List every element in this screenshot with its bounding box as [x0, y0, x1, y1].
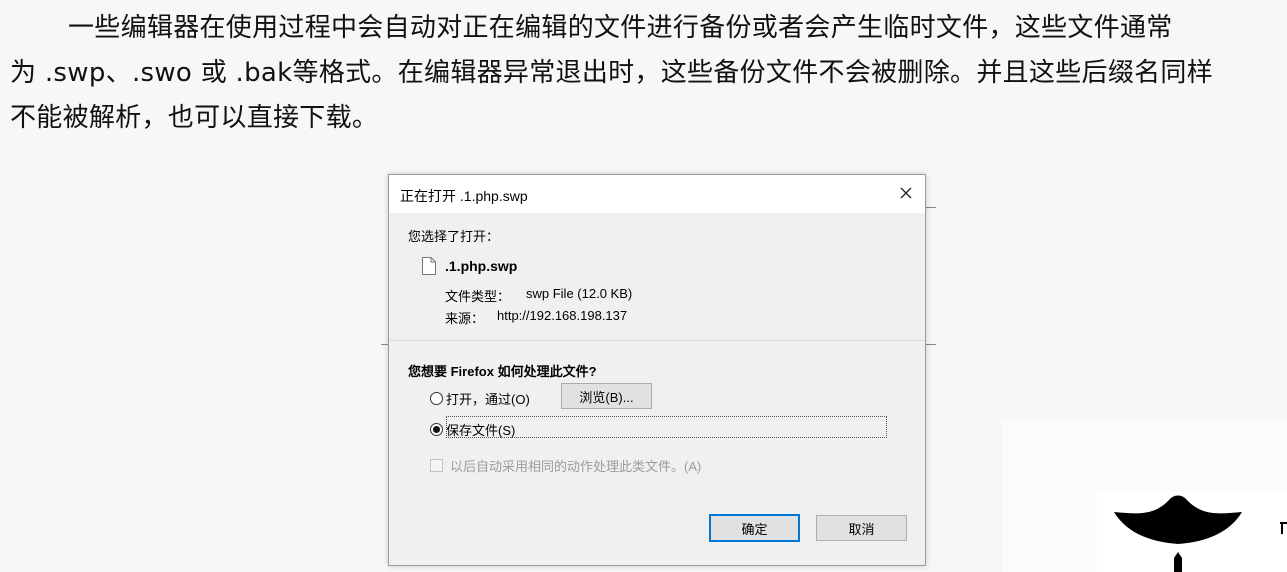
source-label: 来源： — [445, 311, 485, 326]
you-chose-label: 您选择了打开： — [408, 229, 500, 244]
article-line-3: 不能被解析，也可以直接下载。 — [10, 103, 379, 133]
edge-glyph-icon — [1280, 522, 1287, 534]
article-text: 一些编辑器在使用过程中会自动对正在编辑的文件进行备份或者会产生临时文件，这些文件… — [10, 6, 1278, 141]
auto-action-option[interactable]: 以后自动采用相同的动作处理此类文件。(A) — [430, 456, 701, 475]
question-label: 您想要 Firefox 如何处理此文件? — [408, 364, 597, 379]
dialog-title: 正在打开 .1.php.swp — [400, 188, 528, 204]
dialog-titlebar: 正在打开 .1.php.swp — [389, 175, 925, 213]
file-icon — [422, 257, 436, 275]
download-dialog: 正在打开 .1.php.swp 您选择了打开： .1.php.swp 文件类型：… — [388, 174, 926, 566]
save-file-label: 保存文件(S) — [446, 423, 516, 438]
crown-logo-icon — [1114, 495, 1242, 572]
save-file-radio[interactable] — [430, 423, 443, 436]
close-button[interactable] — [895, 182, 917, 204]
source-value: http://192.168.198.137 — [497, 308, 628, 323]
open-with-option[interactable]: 打开，通过(O) — [430, 389, 530, 408]
browse-button[interactable]: 浏览(B)... — [561, 383, 652, 409]
file-type-value: swp File (12.0 KB) — [526, 286, 633, 301]
cancel-button[interactable]: 取消 — [816, 515, 907, 541]
ok-button[interactable]: 确定 — [709, 514, 800, 542]
file-type-label: 文件类型： — [445, 289, 511, 304]
auto-action-label: 以后自动采用相同的动作处理此类文件。(A) — [450, 459, 702, 474]
open-with-radio[interactable] — [430, 392, 443, 405]
file-name: .1.php.swp — [445, 258, 518, 274]
dialog-separator — [389, 340, 925, 341]
save-file-option[interactable]: 保存文件(S) — [430, 420, 515, 439]
auto-action-checkbox[interactable] — [430, 459, 443, 472]
close-icon — [900, 187, 912, 199]
article-line-1: 一些编辑器在使用过程中会自动对正在编辑的文件进行备份或者会产生临时文件，这些文件… — [68, 13, 1173, 43]
article-line-2: 为 .swp、.swo 或 .bak等格式。在编辑器异常退出时，这些备份文件不会… — [10, 58, 1214, 88]
open-with-label: 打开，通过(O) — [446, 392, 530, 407]
